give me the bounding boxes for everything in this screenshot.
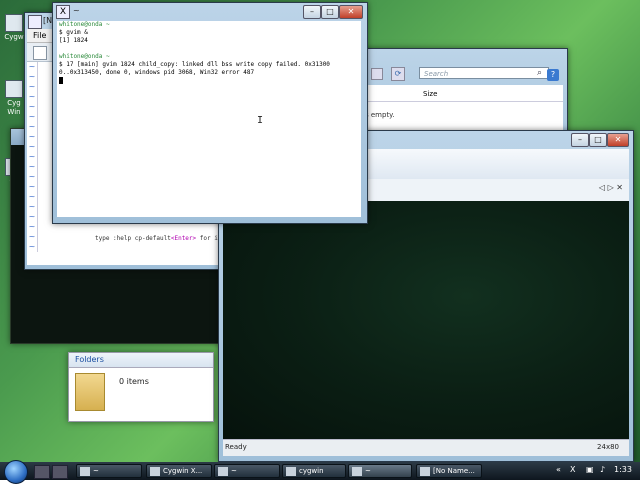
- terminal-screen[interactable]: [223, 201, 629, 439]
- taskbar-button-label: [No Name...: [433, 467, 475, 475]
- terminal-size: 24x80: [597, 443, 619, 451]
- column-header: Size: [363, 89, 563, 102]
- x-logo-icon: [28, 15, 42, 29]
- dropdown-icon[interactable]: [371, 68, 383, 80]
- maximize-button[interactable]: □: [321, 5, 339, 19]
- taskbar-button[interactable]: ~: [76, 464, 142, 478]
- folders-pane[interactable]: Folders 0 items: [68, 352, 214, 422]
- taskbar-button[interactable]: ~: [214, 464, 280, 478]
- cygwin-x-icon: [150, 467, 160, 476]
- open-icon[interactable]: [33, 46, 47, 60]
- ibeam-cursor-icon: I: [257, 115, 264, 126]
- help-key: <Enter>: [170, 235, 197, 242]
- volume-icon[interactable]: ♪: [600, 465, 605, 474]
- xterm-window[interactable]: X ~ – □ ✕ whitone@onda ~ $ gvim & [1] 18…: [52, 2, 368, 224]
- terminal-line: 0..0x313450, done 0, windows pid 3068, W…: [59, 69, 255, 76]
- taskbar-button[interactable]: cygwin: [282, 464, 346, 478]
- close-button[interactable]: ✕: [339, 5, 363, 19]
- tray-chevron-icon[interactable]: «: [556, 465, 561, 474]
- close-button[interactable]: ✕: [607, 133, 629, 147]
- terminal-line: $ 17 [main] gvim 1824 child_copy: linked…: [59, 61, 330, 68]
- start-button[interactable]: [4, 460, 28, 484]
- status-text: Ready: [225, 443, 247, 451]
- terminal-icon: [80, 467, 90, 476]
- search-input[interactable]: Search: [419, 67, 549, 79]
- terminal-icon: [218, 467, 228, 476]
- switch-windows-icon[interactable]: [52, 465, 68, 479]
- address-area: ⟳ Search ⌕: [371, 67, 561, 81]
- taskbar-button[interactable]: ~: [348, 464, 412, 478]
- column-size[interactable]: Size: [423, 90, 437, 98]
- taskbar-button-label: Cygwin X...: [163, 467, 203, 475]
- text-cursor: [59, 77, 63, 84]
- folders-header-label: Folders: [75, 355, 104, 364]
- folder-icon: [75, 373, 105, 411]
- help-prefix: type :help cp-default: [95, 235, 171, 242]
- x-logo-icon: X: [56, 5, 70, 19]
- xterm-screen[interactable]: whitone@onda ~ $ gvim & [1] 1824 whitone…: [57, 21, 361, 217]
- folder-icon: [286, 467, 296, 476]
- terminal-line: $ gvim &: [59, 29, 88, 36]
- tilde-gutter: ~ ~ ~ ~ ~ ~ ~ ~ ~ ~ ~ ~ ~ ~ ~ ~ ~ ~ ~: [27, 62, 38, 252]
- folders-header[interactable]: Folders: [69, 353, 213, 368]
- taskbar: ~ Cygwin X... ~ cygwin ~ [No Name... « X…: [0, 460, 640, 484]
- taskbar-button-label: ~: [93, 467, 99, 475]
- minimize-button[interactable]: –: [571, 133, 589, 147]
- desktop: Cygw Cyg Win Cy [No File ~~~~~~~~~~~~~~~…: [0, 0, 640, 462]
- items-count: 0 items: [119, 377, 149, 386]
- terminal-line: whitone@onda ~: [59, 53, 110, 60]
- cygwin-icon: [5, 14, 23, 32]
- maximize-button[interactable]: □: [589, 133, 607, 147]
- network-icon[interactable]: ▣: [586, 465, 594, 474]
- taskbar-button-label: cygwin: [299, 467, 324, 475]
- x-logo-icon: [352, 467, 362, 476]
- taskbar-button[interactable]: [No Name...: [416, 464, 482, 478]
- x-server-tray-icon[interactable]: X: [570, 465, 575, 474]
- menu-item-file[interactable]: File: [27, 29, 52, 42]
- help-button[interactable]: ?: [547, 69, 559, 81]
- status-bar: Ready 24x80: [223, 439, 629, 456]
- taskbar-button-label: ~: [365, 467, 371, 475]
- show-desktop-icon[interactable]: [34, 465, 50, 479]
- refresh-icon[interactable]: ⟳: [391, 67, 405, 81]
- cygwin-x-icon: [5, 80, 23, 98]
- taskbar-button-label: ~: [231, 467, 237, 475]
- vim-icon: [420, 467, 430, 476]
- terminal-line: [1] 1824: [59, 37, 88, 44]
- clock[interactable]: 1:33: [614, 465, 632, 474]
- cursor-line: [57, 77, 361, 85]
- desktop-icon-label: Cyg Win: [7, 99, 21, 116]
- taskbar-button[interactable]: Cygwin X...: [146, 464, 212, 478]
- search-icon: ⌕: [537, 68, 543, 78]
- xterm-title: ~: [73, 6, 80, 15]
- minimize-button[interactable]: –: [303, 5, 321, 19]
- empty-message: s empty.: [365, 111, 395, 119]
- terminal-line: whitone@onda ~: [59, 21, 110, 28]
- tab-nav-arrows[interactable]: ◁ ▷ ✕: [599, 183, 623, 192]
- desktop-icon-label: Cygw: [4, 33, 24, 41]
